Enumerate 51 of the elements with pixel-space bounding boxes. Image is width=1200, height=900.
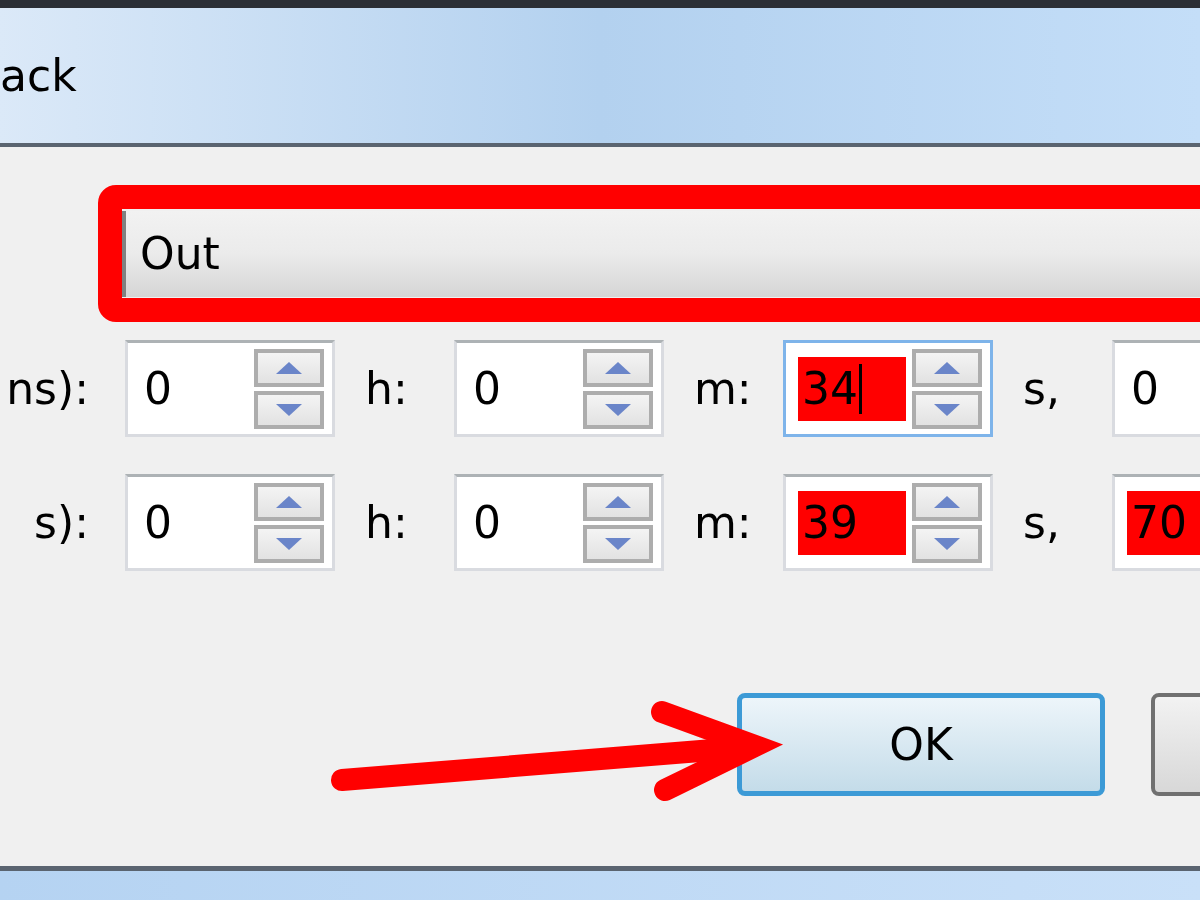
spin-up-button[interactable] <box>912 482 982 521</box>
spin-down-button[interactable] <box>583 524 653 563</box>
spin-down-button[interactable] <box>254 524 324 563</box>
field-value: 0 <box>143 495 173 550</box>
up-arrow-icon <box>934 495 960 508</box>
field-value: 0 <box>1130 361 1160 416</box>
up-arrow-icon <box>276 361 302 374</box>
spinner-field[interactable]: 0 <box>125 474 335 571</box>
down-arrow-icon <box>605 537 631 550</box>
unit-label: m: <box>693 361 753 416</box>
row-label: s): <box>33 495 90 550</box>
spin-up-button[interactable] <box>583 348 653 387</box>
unit-label: m: <box>693 495 753 550</box>
spin-up-button[interactable] <box>254 348 324 387</box>
up-arrow-icon <box>276 495 302 508</box>
unit-label: h: <box>364 361 409 416</box>
ok-button[interactable]: OK <box>737 693 1105 796</box>
field-value: 0 <box>472 361 502 416</box>
down-arrow-icon <box>276 537 302 550</box>
up-arrow-icon <box>934 361 960 374</box>
window-title: ack <box>0 53 77 98</box>
dropdown[interactable]: Out <box>122 210 1200 297</box>
field-value: 0 <box>472 495 502 550</box>
spin-down-button[interactable] <box>254 390 324 429</box>
field-value: 70 <box>1127 490 1200 555</box>
spin-down-button[interactable] <box>912 524 982 563</box>
unit-label: h: <box>364 495 409 550</box>
spinner-field[interactable]: 0 <box>454 340 664 437</box>
spinner-field[interactable]: 0 <box>125 340 335 437</box>
down-arrow-icon <box>934 537 960 550</box>
field-value: 34 <box>798 356 906 421</box>
spinner-field[interactable]: 0 <box>1112 340 1200 437</box>
spin-down-button[interactable] <box>583 390 653 429</box>
unit-label: s, <box>1022 361 1061 416</box>
unit-label: s, <box>1022 495 1061 550</box>
spin-up-button[interactable] <box>583 482 653 521</box>
down-arrow-icon <box>605 403 631 416</box>
field-value: 39 <box>798 490 906 555</box>
row-label: ns): <box>5 361 90 416</box>
spin-up-button[interactable] <box>254 482 324 521</box>
spinner-field[interactable]: 34 <box>783 340 993 437</box>
up-arrow-icon <box>605 361 631 374</box>
up-arrow-icon <box>605 495 631 508</box>
spinner-field[interactable]: 70 <box>1112 474 1200 571</box>
down-arrow-icon <box>934 403 960 416</box>
field-value: 0 <box>143 361 173 416</box>
spinner-field[interactable]: 39 <box>783 474 993 571</box>
spinner-field[interactable]: 0 <box>454 474 664 571</box>
spin-up-button[interactable] <box>912 348 982 387</box>
down-arrow-icon <box>276 403 302 416</box>
spin-down-button[interactable] <box>912 390 982 429</box>
